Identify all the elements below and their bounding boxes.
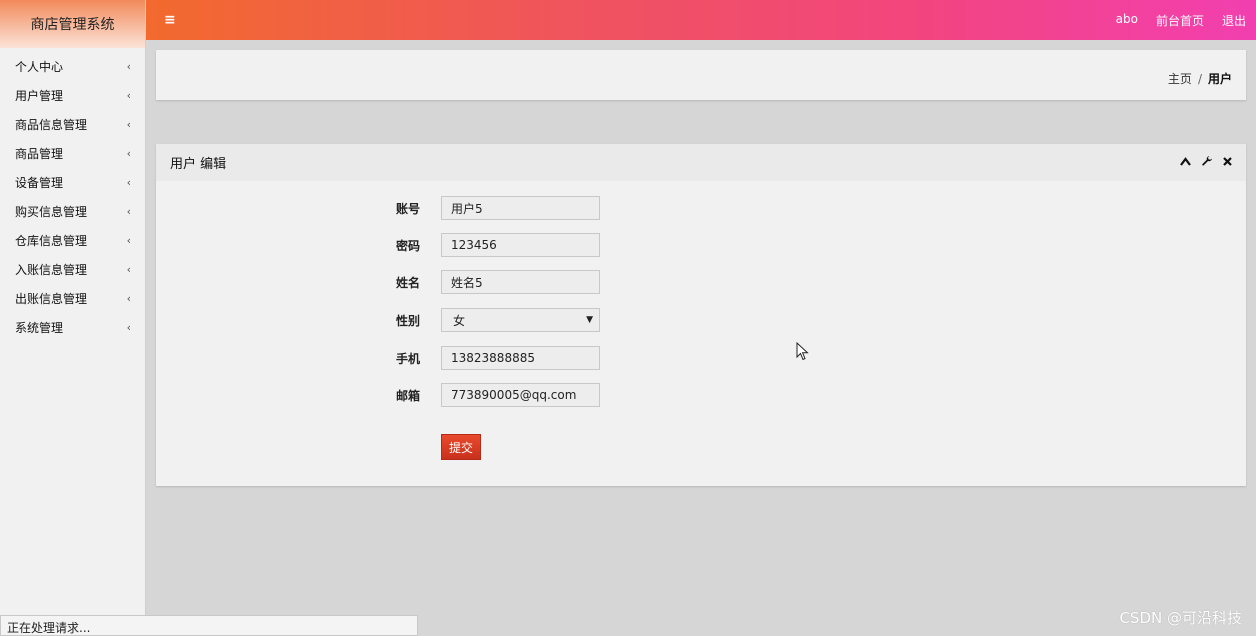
sidebar: 商店管理系统 个人中心 ‹ 用户管理 ‹ 商品信息管理 ‹ 商品管理 ‹ 设备管理 ‹ 购…	[0, 0, 146, 636]
chevron-up-icon[interactable]	[1180, 155, 1191, 170]
current-user-link[interactable]: abo	[1116, 12, 1138, 29]
sidebar-item-purchase-info[interactable]: 购买信息管理 ‹	[0, 197, 145, 226]
form-row-account: 账号 用户5	[396, 196, 600, 220]
gender-label: 性别	[396, 313, 421, 328]
chevron-left-icon: ‹	[126, 292, 131, 305]
watermark: CSDN @可沿科技	[1119, 609, 1242, 627]
account-input[interactable]: 用户5	[441, 196, 600, 220]
sidebar-item-income-info[interactable]: 入账信息管理 ‹	[0, 255, 145, 284]
close-icon[interactable]	[1223, 155, 1232, 170]
sidebar-item-label: 仓库信息管理	[15, 234, 88, 248]
sidebar-item-personal-center[interactable]: 个人中心 ‹	[0, 52, 145, 81]
logout-link[interactable]: 退出	[1222, 12, 1246, 29]
name-label: 姓名	[396, 275, 421, 290]
breadcrumb: 主页 / 用户	[1168, 70, 1232, 87]
panel-tools	[1180, 155, 1232, 170]
breadcrumb-bar: 主页 / 用户	[156, 50, 1246, 100]
menu-toggle-icon[interactable]: ≡	[164, 12, 176, 28]
user-edit-panel: 用户 编辑 账号 用户5 密码 123456 姓名 姓名5 性别 女 ▼ 手机 …	[156, 144, 1246, 486]
password-input[interactable]: 123456	[441, 233, 600, 257]
submit-button[interactable]: 提交	[441, 434, 481, 460]
frontend-home-link[interactable]: 前台首页	[1156, 12, 1204, 29]
sidebar-menu: 个人中心 ‹ 用户管理 ‹ 商品信息管理 ‹ 商品管理 ‹ 设备管理 ‹ 购买信息管理 ‹ …	[0, 52, 145, 342]
app-title: 商店管理系统	[0, 0, 145, 48]
status-bar: 正在处理请求...	[0, 615, 418, 636]
breadcrumb-current: 用户	[1207, 72, 1232, 86]
form-row-name: 姓名 姓名5	[396, 270, 600, 294]
sidebar-item-warehouse-info[interactable]: 仓库信息管理 ‹	[0, 226, 145, 255]
form-row-password: 密码 123456	[396, 233, 600, 257]
sidebar-item-label: 入账信息管理	[15, 263, 88, 277]
chevron-left-icon: ‹	[126, 234, 131, 247]
chevron-left-icon: ‹	[126, 60, 131, 73]
top-bar: ≡ abo 前台首页 退出	[146, 0, 1256, 40]
sidebar-item-label: 系统管理	[15, 321, 64, 335]
phone-input[interactable]: 13823888885	[441, 346, 600, 370]
sidebar-item-user-management[interactable]: 用户管理 ‹	[0, 81, 145, 110]
sidebar-item-product-info[interactable]: 商品信息管理 ‹	[0, 110, 145, 139]
gender-select[interactable]: 女 ▼	[441, 308, 600, 332]
chevron-left-icon: ‹	[126, 321, 131, 334]
chevron-left-icon: ‹	[126, 263, 131, 276]
dropdown-arrow-icon: ▼	[586, 315, 593, 325]
form-row-email: 邮箱 773890005@qq.com	[396, 383, 600, 407]
chevron-left-icon: ‹	[126, 118, 131, 131]
email-input[interactable]: 773890005@qq.com	[441, 383, 600, 407]
account-label: 账号	[396, 201, 421, 216]
sidebar-item-label: 商品管理	[15, 147, 64, 161]
gender-select-value: 女	[453, 313, 466, 328]
sidebar-item-label: 购买信息管理	[15, 205, 88, 219]
sidebar-item-device-management[interactable]: 设备管理 ‹	[0, 168, 145, 197]
name-input[interactable]: 姓名5	[441, 270, 600, 294]
breadcrumb-home[interactable]: 主页	[1168, 72, 1192, 86]
breadcrumb-separator: /	[1197, 72, 1202, 86]
sidebar-item-expense-info[interactable]: 出账信息管理 ‹	[0, 284, 145, 313]
phone-label: 手机	[396, 351, 421, 366]
sidebar-item-label: 商品信息管理	[15, 118, 88, 132]
sidebar-item-product-management[interactable]: 商品管理 ‹	[0, 139, 145, 168]
panel-title: 用户 编辑	[170, 157, 227, 172]
sidebar-item-label: 用户管理	[15, 89, 64, 103]
mouse-pointer-icon	[796, 342, 809, 361]
sidebar-item-system-management[interactable]: 系统管理 ‹	[0, 313, 145, 342]
sidebar-item-label: 设备管理	[15, 176, 64, 190]
email-label: 邮箱	[396, 388, 421, 403]
sidebar-item-label: 个人中心	[15, 60, 64, 74]
sidebar-item-label: 出账信息管理	[15, 292, 88, 306]
chevron-left-icon: ‹	[126, 89, 131, 102]
wrench-icon[interactable]	[1201, 155, 1213, 170]
form-row-phone: 手机 13823888885	[396, 346, 600, 370]
chevron-left-icon: ‹	[126, 176, 131, 189]
chevron-left-icon: ‹	[126, 147, 131, 160]
top-links: abo 前台首页 退出	[1116, 12, 1246, 29]
form-row-gender: 性别 女 ▼	[396, 308, 600, 332]
panel-header: 用户 编辑	[156, 144, 1246, 181]
password-label: 密码	[396, 238, 421, 253]
chevron-left-icon: ‹	[126, 205, 131, 218]
